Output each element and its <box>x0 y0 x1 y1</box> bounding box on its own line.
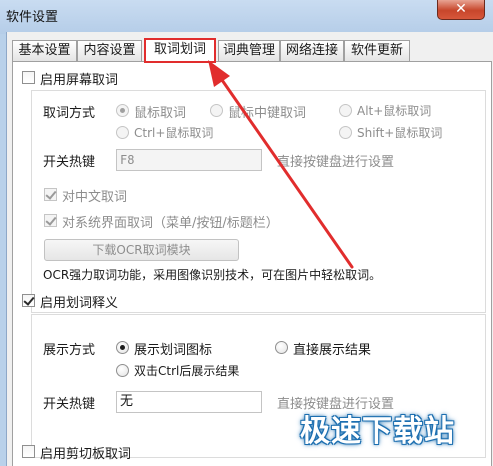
display-direct-label: 直接展示结果 <box>293 343 372 358</box>
method-middle-button-radio[interactable] <box>210 104 223 117</box>
capture-chinese-label: 对中文取词 <box>62 190 128 205</box>
tab-content-settings[interactable]: 内容设置 <box>77 40 142 61</box>
method-alt-mouse-label: Alt+鼠标取词 <box>357 104 432 118</box>
capture-hotkey-hint: 直接按键盘进行设置 <box>277 155 395 170</box>
download-ocr-module-button[interactable]: 下载OCR取词模块 <box>44 239 239 261</box>
watermark-logo: 极速下载站 <box>300 414 455 449</box>
close-button[interactable]: ✕ <box>437 0 485 20</box>
tab-word-capture[interactable]: 取词划词 <box>144 38 216 63</box>
display-double-ctrl-label: 双击Ctrl后展示结果 <box>134 364 240 378</box>
display-double-ctrl-radio[interactable] <box>116 364 129 377</box>
close-icon: ✕ <box>455 1 467 17</box>
capture-hotkey-label: 开关热键 <box>43 155 96 170</box>
display-icon-label: 展示划词图标 <box>134 343 213 358</box>
title-bar: 软件设置 ✕ <box>0 0 493 34</box>
tab-dictionary-management[interactable]: 词典管理 <box>218 40 280 61</box>
selection-hotkey-field[interactable]: 无 <box>116 391 262 413</box>
display-icon-radio[interactable] <box>116 341 129 354</box>
dialog-client: 基本设置 内容设置 取词划词 词典管理 网络连接 软件更新 启用屏幕取词 取词方… <box>6 32 493 466</box>
method-shift-mouse-radio[interactable] <box>339 126 352 139</box>
tab-basic-settings[interactable]: 基本设置 <box>12 40 77 61</box>
tab-panel-word-capture: 启用屏幕取词 取词方式 鼠标取词 鼠标中键取词 Alt+鼠标取词 Ctrl+鼠标… <box>12 61 492 466</box>
window-title: 软件设置 <box>6 10 59 25</box>
enable-screen-capture-checkbox[interactable] <box>22 71 35 84</box>
display-direct-radio[interactable] <box>275 341 288 354</box>
tab-network[interactable]: 网络连接 <box>280 40 344 61</box>
display-mode-label: 展示方式 <box>43 343 96 358</box>
method-shift-mouse-label: Shift+鼠标取词 <box>357 126 443 140</box>
method-mouse-label: 鼠标取词 <box>134 106 187 121</box>
method-middle-button-label: 鼠标中键取词 <box>228 106 307 121</box>
method-ctrl-mouse-radio[interactable] <box>116 126 129 139</box>
enable-selection-checkbox[interactable] <box>22 294 35 307</box>
method-mouse-radio[interactable] <box>116 104 129 117</box>
capture-method-label: 取词方式 <box>43 106 96 121</box>
capture-chinese-checkbox[interactable] <box>44 188 57 201</box>
method-alt-mouse-radio[interactable] <box>339 104 352 117</box>
method-ctrl-mouse-label: Ctrl+鼠标取词 <box>134 126 214 140</box>
enable-selection-label: 启用划词释义 <box>40 296 119 311</box>
tab-software-update[interactable]: 软件更新 <box>344 40 410 61</box>
selection-hotkey-label: 开关热键 <box>43 397 96 412</box>
capture-system-ui-checkbox[interactable] <box>44 214 57 227</box>
enable-clipboard-checkbox[interactable] <box>22 445 35 458</box>
capture-hotkey-field[interactable]: F8 <box>116 149 262 171</box>
enable-screen-capture-label: 启用屏幕取词 <box>40 73 119 88</box>
capture-system-ui-label: 对系统界面取词（菜单/按钮/标题栏） <box>62 216 279 231</box>
enable-clipboard-label: 启用剪切板取词 <box>40 447 132 462</box>
ocr-description: OCR强力取词功能，采用图像识别技术，可在图片中轻松取词。 <box>43 268 382 282</box>
